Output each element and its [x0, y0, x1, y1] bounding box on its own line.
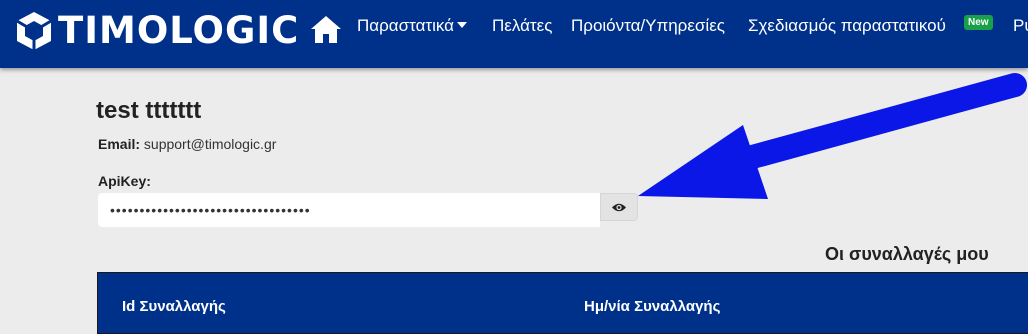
brand-logo[interactable]: TIMOLOGIC	[12, 10, 299, 52]
column-header-transaction-date[interactable]: Ημ/νία Συναλλαγής	[584, 298, 720, 315]
new-badge: New	[964, 15, 993, 30]
nav-item-document-design[interactable]: Σχεδιασμός παραστατικού	[748, 16, 946, 36]
eye-icon	[612, 203, 626, 211]
nav-item-customers[interactable]: Πελάτες	[492, 16, 552, 36]
transactions-title: Οι συναλλαγές μου	[825, 244, 989, 264]
logo-mark-icon	[16, 12, 52, 50]
email-label: Email:	[98, 136, 141, 152]
toggle-visibility-button[interactable]	[600, 193, 638, 221]
home-icon[interactable]	[309, 14, 343, 44]
nav-item-products-services[interactable]: Προιόντα/Υπηρεσίες	[571, 16, 725, 36]
column-header-transaction-id[interactable]: Id Συναλλαγής	[122, 298, 226, 315]
nav-item-settings[interactable]: Ρυ	[1013, 16, 1028, 36]
profile-name: test ttttttt	[96, 97, 202, 124]
caret-down-icon	[457, 21, 468, 28]
email-row: Email: support@timologic.gr	[98, 136, 276, 152]
brand-name: TIMOLOGIC	[58, 9, 300, 52]
email-value: support@timologic.gr	[143, 136, 277, 152]
top-navbar: TIMOLOGIC Παραστατικά Πελάτες Προιόντα/Υ…	[0, 0, 1028, 68]
transactions-table-header: Id Συναλλαγής Ημ/νία Συναλλαγής	[97, 272, 1028, 334]
apikey-label: ApiKey:	[98, 173, 151, 189]
nav-item-documents-label: Παραστατικά	[357, 16, 455, 35]
nav-item-documents[interactable]: Παραστατικά	[357, 16, 468, 36]
apikey-input[interactable]: ••••••••••••••••••••••••••••••••••	[98, 193, 600, 227]
